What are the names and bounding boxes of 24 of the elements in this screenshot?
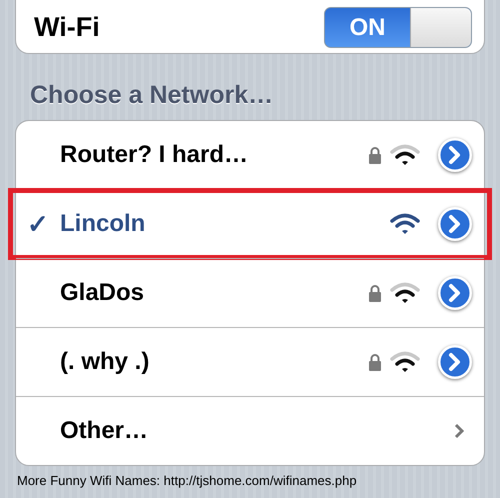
network-row[interactable]: (. why .) [16,327,484,396]
detail-disclosure-button[interactable] [438,138,472,172]
section-header: Choose a Network… [29,80,274,111]
detail-disclosure-button[interactable] [438,207,472,241]
checkmark-icon: ✓ [27,208,49,240]
wifi-label: Wi-Fi [34,12,100,42]
wifi-signal-icon [390,351,420,373]
network-name: Lincoln [60,210,146,238]
network-name: GlaDos [60,279,146,307]
wifi-toggle[interactable]: ON [324,6,472,48]
caption-text: More Funny Wifi Names: http://tjshome.com/wifinames.php [16,472,358,490]
network-row[interactable]: Other… [16,396,484,465]
network-name: (. why .) [60,348,150,376]
chevron-icon [454,423,464,439]
network-row[interactable]: ✓ Lincoln [16,189,484,258]
other-network-label: Other… [60,417,150,445]
wifi-signal-icon [390,144,420,166]
wifi-signal-icon [390,282,420,304]
detail-disclosure-button[interactable] [438,345,472,379]
network-row[interactable]: GlaDos [16,258,484,327]
network-row[interactable]: Router? I hard… [16,121,484,189]
wifi-signal-icon [390,213,420,235]
detail-disclosure-button[interactable] [438,276,472,310]
network-name: Router? I hard… [60,141,250,169]
